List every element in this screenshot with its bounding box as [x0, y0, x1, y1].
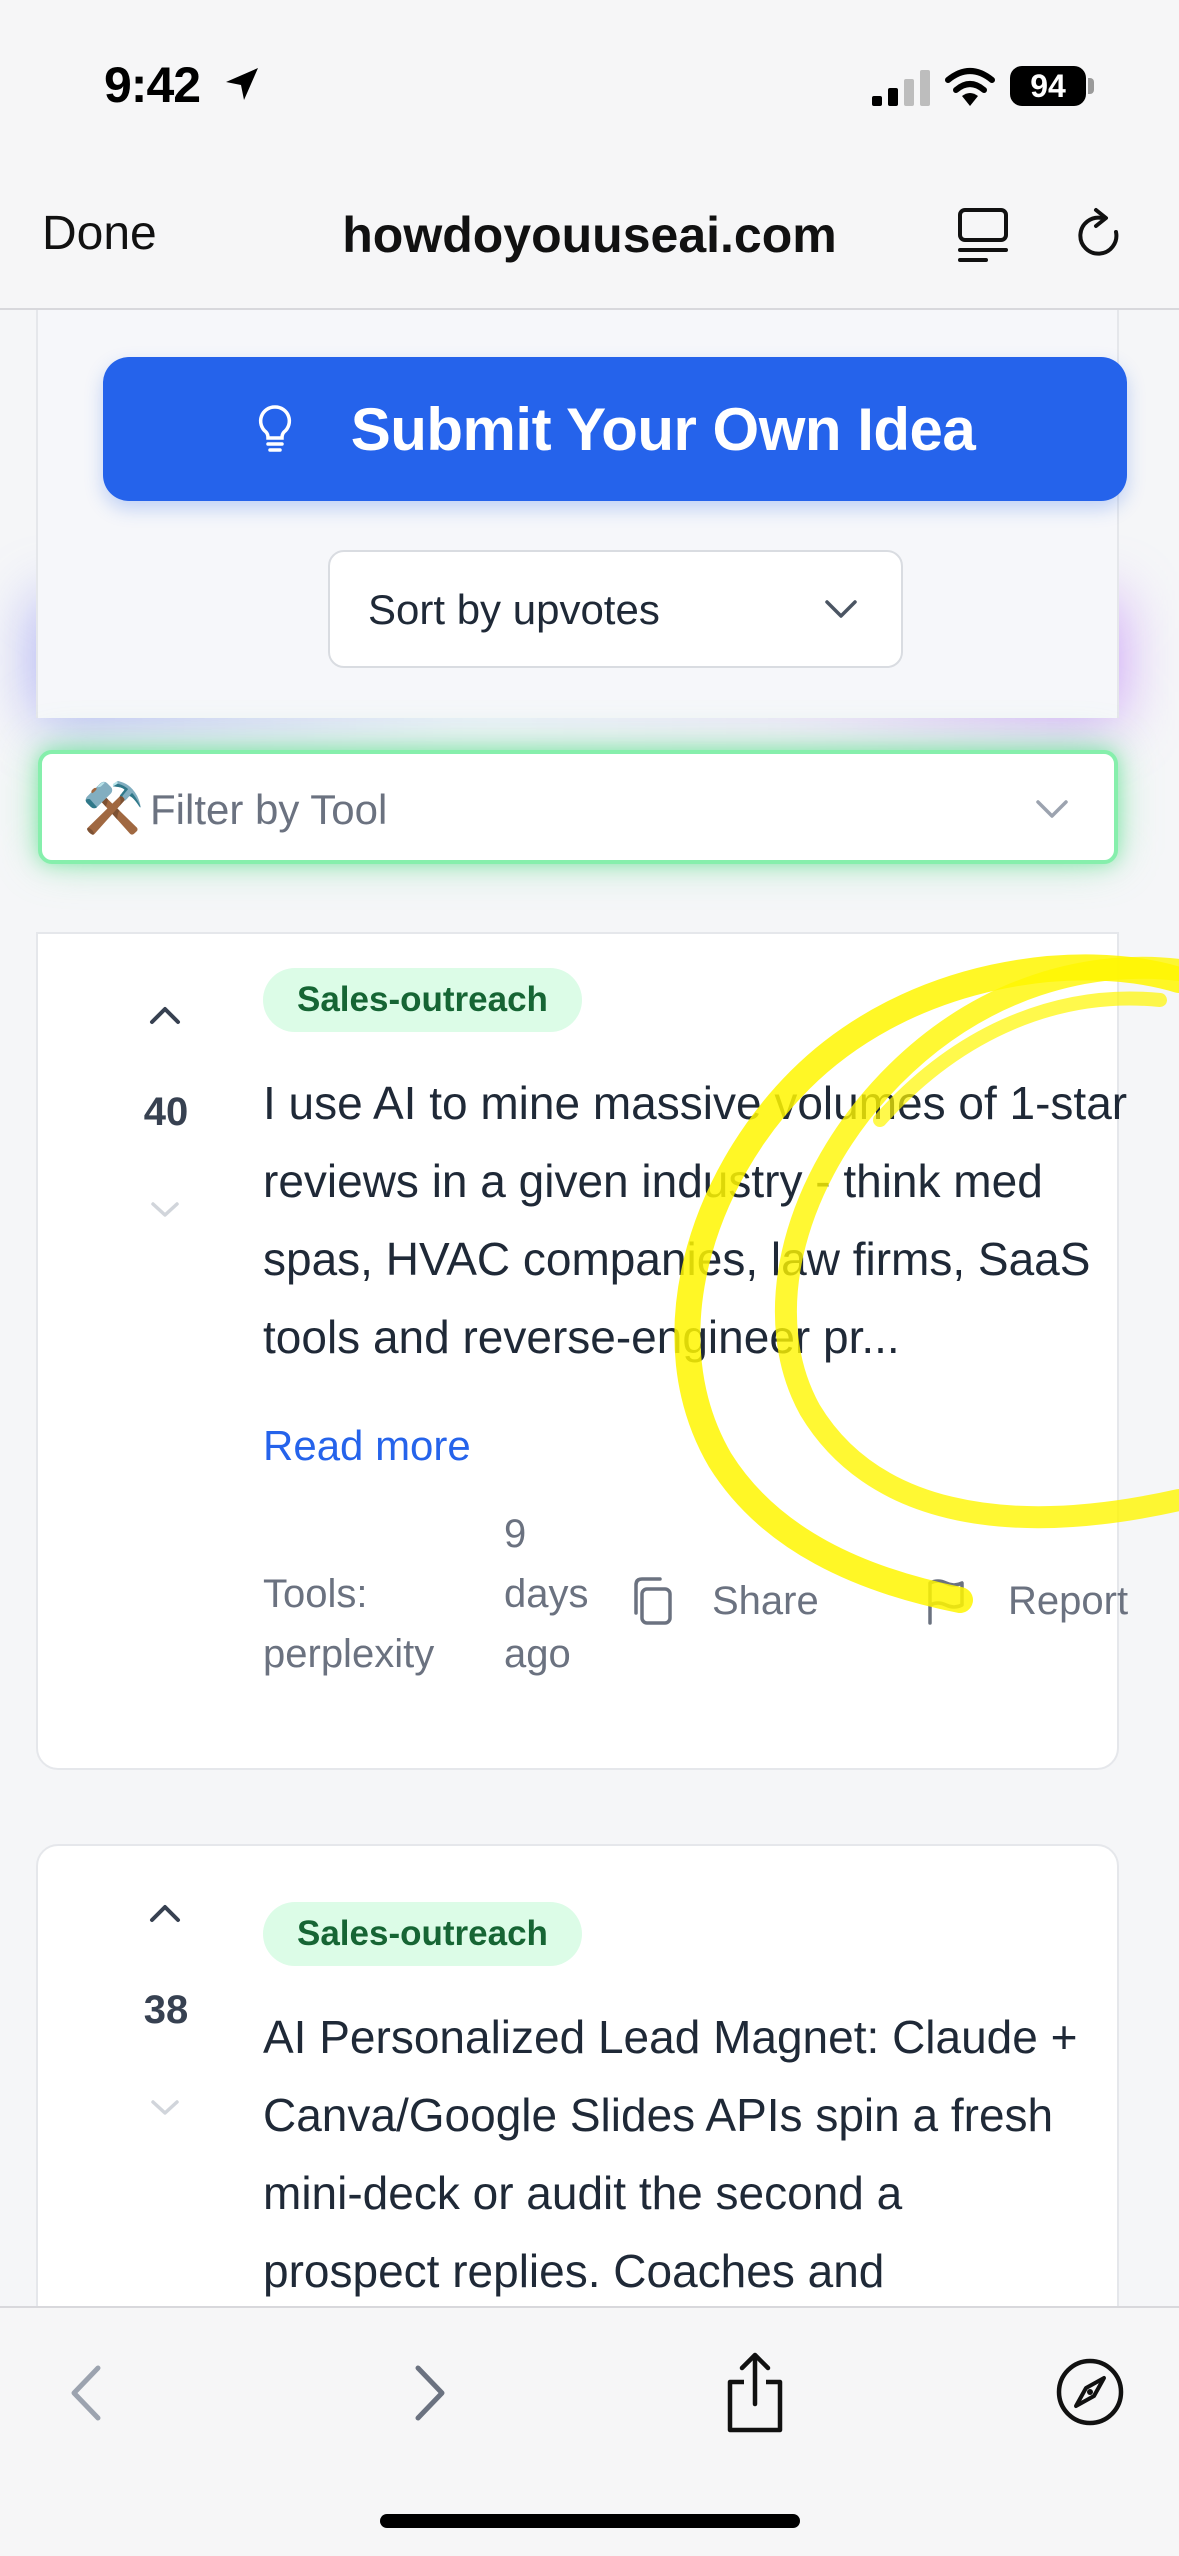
- open-in-safari-button[interactable]: [1054, 2356, 1126, 2428]
- post-text-line: mini-deck or audit the second a: [263, 2167, 903, 2219]
- screen: 9:42 94 Done howdoyouuseai.com Submit Yo…: [0, 0, 1179, 2556]
- chevron-up-icon: [150, 1007, 180, 1024]
- reader-view-icon[interactable]: [956, 206, 1010, 264]
- date-line: days: [504, 1572, 589, 1616]
- category-tag[interactable]: Sales-outreach: [263, 1902, 582, 1966]
- upvote-button[interactable]: [144, 1898, 186, 1928]
- back-button[interactable]: [62, 2358, 112, 2428]
- cellular-signal-icon: [872, 70, 930, 106]
- page-content: Submit Your Own Idea Sort by upvotes ⚒️ …: [0, 310, 1179, 2310]
- chevron-down-icon: [825, 600, 857, 618]
- upvote-button[interactable]: [144, 1000, 186, 1030]
- filter-placeholder: Filter by Tool: [150, 786, 388, 833]
- vote-count: 38: [143, 1988, 189, 2032]
- post-text-line: reviews in a given industry - think med: [263, 1155, 1043, 1207]
- copy-icon: [634, 1577, 672, 1625]
- home-indicator: [380, 2514, 800, 2528]
- share-sheet-button[interactable]: [720, 2350, 790, 2436]
- forward-button[interactable]: [404, 2358, 454, 2428]
- battery-cap: [1088, 78, 1094, 94]
- share-label: Share: [712, 1578, 819, 1623]
- date-line: ago: [504, 1632, 571, 1676]
- post-card: 40 Sales-outreach I use AI to mine massi…: [36, 932, 1128, 1770]
- read-more-link[interactable]: Read more: [263, 1422, 471, 1470]
- submit-idea-label: Submit Your Own Idea: [350, 395, 976, 463]
- post-text: AI Personalized Lead Magnet: Claude + Ca…: [263, 1998, 1179, 2310]
- sort-select[interactable]: Sort by upvotes: [328, 550, 903, 668]
- post-text-line: tools and reverse-engineer pr...: [263, 1311, 900, 1363]
- chevron-down-icon: [151, 1202, 179, 1217]
- wifi-icon: [945, 68, 995, 106]
- post-card: 38 Sales-outreach AI Personalized Lead M…: [36, 1844, 1119, 2310]
- tools-value: perplexity: [263, 1632, 435, 1676]
- share-icon: [727, 2352, 783, 2433]
- report-label: Report: [1008, 1578, 1129, 1623]
- post-text-line: Canva/Google Slides APIs spin a fresh: [263, 2089, 1054, 2141]
- downvote-button[interactable]: [146, 1196, 184, 1222]
- reload-icon[interactable]: [1072, 206, 1128, 264]
- filter-by-tool-select[interactable]: ⚒️ Filter by Tool: [38, 750, 1118, 864]
- post-text-line: AI Personalized Lead Magnet: Claude +: [263, 2011, 1078, 2063]
- tools-label: Tools:: [263, 1572, 368, 1616]
- status-bar: 9:42 94: [0, 0, 1179, 170]
- hammer-wrench-icon: ⚒️: [82, 779, 145, 837]
- chevron-down-icon: [1036, 800, 1068, 818]
- chevron-up-icon: [150, 1905, 180, 1922]
- post-text-line: prospect replies. Coaches and: [263, 2245, 885, 2297]
- share-button[interactable]: Share: [628, 1566, 819, 1636]
- status-time: 9:42: [104, 57, 201, 113]
- downvote-button[interactable]: [146, 2094, 184, 2120]
- browser-header: Done howdoyouuseai.com: [0, 170, 1179, 310]
- post-text-line: spas, HVAC companies, law firms, SaaS: [263, 1233, 1091, 1285]
- location-arrow-icon: [226, 68, 258, 100]
- flag-icon: [928, 1579, 964, 1625]
- sort-selected-value: Sort by upvotes: [368, 586, 660, 633]
- compass-icon: [1056, 2358, 1124, 2426]
- category-tag[interactable]: Sales-outreach: [263, 968, 582, 1032]
- battery-indicator: 94: [1010, 66, 1086, 106]
- back-chevron-icon: [71, 2365, 101, 2421]
- report-button[interactable]: Report: [924, 1566, 1128, 1636]
- date-line: 9: [504, 1512, 527, 1556]
- vote-count: 40: [143, 1090, 189, 1134]
- post-text: I use AI to mine massive volumes of 1-st…: [263, 1064, 1179, 1376]
- post-date: 9 days ago: [504, 1504, 604, 1684]
- chevron-down-icon: [151, 2100, 179, 2115]
- forward-chevron-icon: [415, 2365, 445, 2421]
- controls-panel: Submit Your Own Idea Sort by upvotes: [36, 310, 1127, 718]
- post-text-line: I use AI to mine massive volumes of 1-st…: [263, 1077, 1128, 1129]
- submit-idea-button[interactable]: Submit Your Own Idea: [103, 357, 1127, 501]
- done-button[interactable]: Done: [42, 206, 157, 261]
- tools-meta: Tools: perplexity: [263, 1564, 434, 1684]
- lightbulb-icon: [258, 405, 291, 452]
